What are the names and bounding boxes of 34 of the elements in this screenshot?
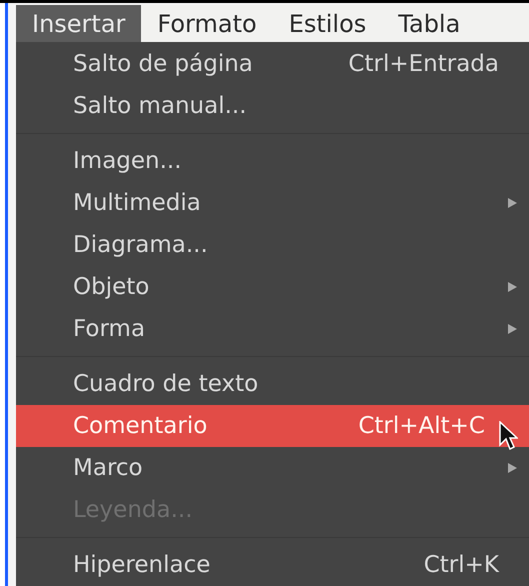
menu-item-label: Cuadro de texto bbox=[73, 370, 258, 399]
menu-item[interactable]: Forma bbox=[16, 308, 529, 350]
submenu-arrow-icon bbox=[508, 198, 517, 208]
menu-item[interactable]: Imagen... bbox=[16, 140, 529, 182]
menu-item-label: Comentario bbox=[73, 412, 208, 441]
menu-item[interactable]: Marco bbox=[16, 447, 529, 489]
menu-item-label: Salto de página bbox=[73, 50, 253, 79]
menu-item-label: Objeto bbox=[73, 272, 150, 302]
menu-item-label: Multimedia bbox=[73, 188, 201, 218]
menu-item[interactable]: Salto de página Ctrl+Entrada bbox=[16, 43, 529, 85]
menu-item[interactable]: Objeto bbox=[16, 266, 529, 308]
menu-item[interactable]: Salto manual... bbox=[16, 85, 529, 127]
menu-item-label: Forma bbox=[73, 314, 146, 344]
menu-bar-item[interactable]: Formato bbox=[141, 5, 273, 42]
menu-item-label: Hiperenlace bbox=[73, 550, 210, 580]
mouse-cursor-icon bbox=[499, 421, 518, 451]
menu-item[interactable]: Multimedia bbox=[16, 182, 529, 224]
shortcut-label: Ctrl+Entrada bbox=[348, 50, 499, 79]
menu-bar-item[interactable]: Insertar bbox=[16, 5, 142, 42]
menu-item[interactable]: Hiperenlace Ctrl+K bbox=[16, 544, 529, 586]
submenu-arrow-icon bbox=[508, 324, 517, 334]
menu-item-label: Salto manual... bbox=[73, 92, 247, 121]
menu-bar-item[interactable]: Tabla bbox=[382, 5, 476, 42]
menu-item-label: Marco bbox=[73, 454, 143, 483]
shortcut-label: Ctrl+K bbox=[424, 550, 499, 580]
submenu-arrow-icon bbox=[508, 463, 517, 473]
shortcut-label: Ctrl+Alt+C bbox=[358, 412, 485, 441]
menu-item-label: Diagrama... bbox=[73, 230, 208, 260]
menu-item[interactable]: Cuadro de texto bbox=[16, 363, 529, 405]
menu-bar-item[interactable]: Estilos bbox=[272, 5, 382, 42]
menu-item[interactable]: Diagrama... bbox=[16, 224, 529, 266]
menu-item-label: Imagen... bbox=[73, 146, 182, 176]
submenu-arrow-icon bbox=[508, 282, 517, 292]
menu-item[interactable]: Comentario Ctrl+Alt+C bbox=[16, 405, 529, 447]
